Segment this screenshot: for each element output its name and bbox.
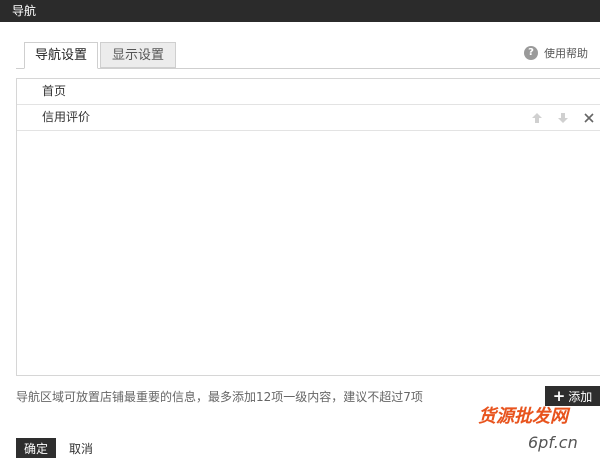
nav-item-home[interactable]: 首页 (17, 79, 600, 105)
arrow-down-icon[interactable] (557, 112, 569, 124)
window-title: 导航 (0, 0, 600, 22)
nav-item-label: 首页 (42, 84, 67, 98)
confirm-button[interactable]: 确定 (16, 438, 56, 458)
arrow-up-icon[interactable] (531, 112, 543, 124)
tab-nav-settings[interactable]: 导航设置 (24, 42, 98, 69)
cancel-button[interactable]: 取消 (69, 438, 93, 458)
tab-display-settings[interactable]: 显示设置 (100, 42, 176, 68)
nav-item-actions (531, 105, 595, 130)
question-icon: ? (524, 46, 538, 60)
nav-item-label: 信用评价 (42, 110, 91, 124)
watermark-logo: 货源批发网 6pf.cn (478, 406, 578, 452)
hint-text: 导航区域可放置店铺最重要的信息，最多添加12项一级内容，建议不超过7项 (16, 390, 423, 404)
close-icon[interactable] (583, 112, 595, 124)
nav-items-panel: 首页 信用评价 (16, 78, 600, 376)
svg-text:货源批发网: 货源批发网 (478, 406, 571, 427)
help-label: 使用帮助 (544, 47, 588, 60)
tab-divider (16, 68, 600, 69)
nav-item-credit-rating[interactable]: 信用评价 (17, 105, 600, 131)
svg-text:6pf.cn: 6pf.cn (528, 433, 578, 452)
help-link[interactable]: ? 使用帮助 (524, 44, 588, 62)
